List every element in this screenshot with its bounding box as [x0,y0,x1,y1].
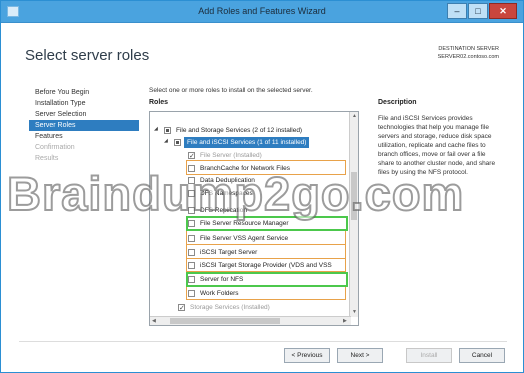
collapse-icon[interactable]: ◢ [154,127,159,132]
highlight-box [186,230,346,245]
highlight-box [186,272,348,287]
title-bar: Add Roles and Features Wizard – □ ✕ [1,1,523,23]
wizard-window: Add Roles and Features Wizard – □ ✕ Sele… [0,0,524,373]
next-button[interactable]: Next > [337,348,383,363]
nav-features[interactable]: Features [29,131,139,142]
nav-before-you-begin[interactable]: Before You Begin [29,87,139,98]
destination-label: DESTINATION SERVER [438,46,499,52]
scroll-thumb[interactable] [170,318,280,324]
page-title: Select server roles [25,47,150,64]
horizontal-scrollbar[interactable]: ◀ ▶ [150,316,351,325]
role-label: Storage Services (Installed) [190,304,270,311]
scroll-down-icon[interactable]: ▼ [352,309,357,315]
footer-divider [19,341,507,342]
role-label: File and iSCSI Services (1 of 11 install… [184,137,310,148]
maximize-icon[interactable]: □ [468,3,488,19]
scroll-up-icon[interactable]: ▲ [352,113,357,119]
collapse-icon[interactable]: ◢ [164,139,169,144]
role-checkbox[interactable] [178,303,185,314]
nav-results: Results [35,155,59,162]
nav-server-roles[interactable]: Server Roles [29,120,139,131]
role-checkbox[interactable] [174,139,181,146]
previous-button[interactable]: < Previous [284,348,330,363]
role-row[interactable]: ◢ File and iSCSI Services (1 of 11 insta… [164,137,349,148]
highlight-box [186,244,346,259]
scroll-right-icon[interactable]: ▶ [343,318,347,324]
cancel-button[interactable]: Cancel [459,348,505,363]
roles-heading: Roles [149,99,169,106]
highlight-box [186,258,346,272]
destination-name: SERVER02.contoso.com [437,54,499,60]
wizard-nav: Before You Begin Installation Type Serve… [29,87,139,164]
window-title: Add Roles and Features Wizard [198,6,326,16]
scroll-left-icon[interactable]: ◀ [152,318,156,324]
role-checkbox[interactable] [188,151,195,162]
highlight-box [186,286,346,300]
close-icon[interactable]: ✕ [489,3,517,19]
watermark: Braindump2go.com [6,166,465,221]
nav-server-selection[interactable]: Server Selection [29,109,139,120]
role-row[interactable]: ◢ File and Storage Services (2 of 12 ins… [154,125,349,136]
nav-confirmation: Confirmation [35,144,75,151]
role-label: File and Storage Services (2 of 12 insta… [176,127,303,134]
minimize-icon[interactable]: – [447,3,467,19]
destination-server: DESTINATION SERVER SERVER02.contoso.com [438,45,499,61]
install-button: Install [406,348,452,363]
nav-installation-type[interactable]: Installation Type [29,98,139,109]
instruction-text: Select one or more roles to install on t… [149,87,313,94]
role-checkbox[interactable] [164,127,171,134]
description-heading: Description [378,99,417,106]
